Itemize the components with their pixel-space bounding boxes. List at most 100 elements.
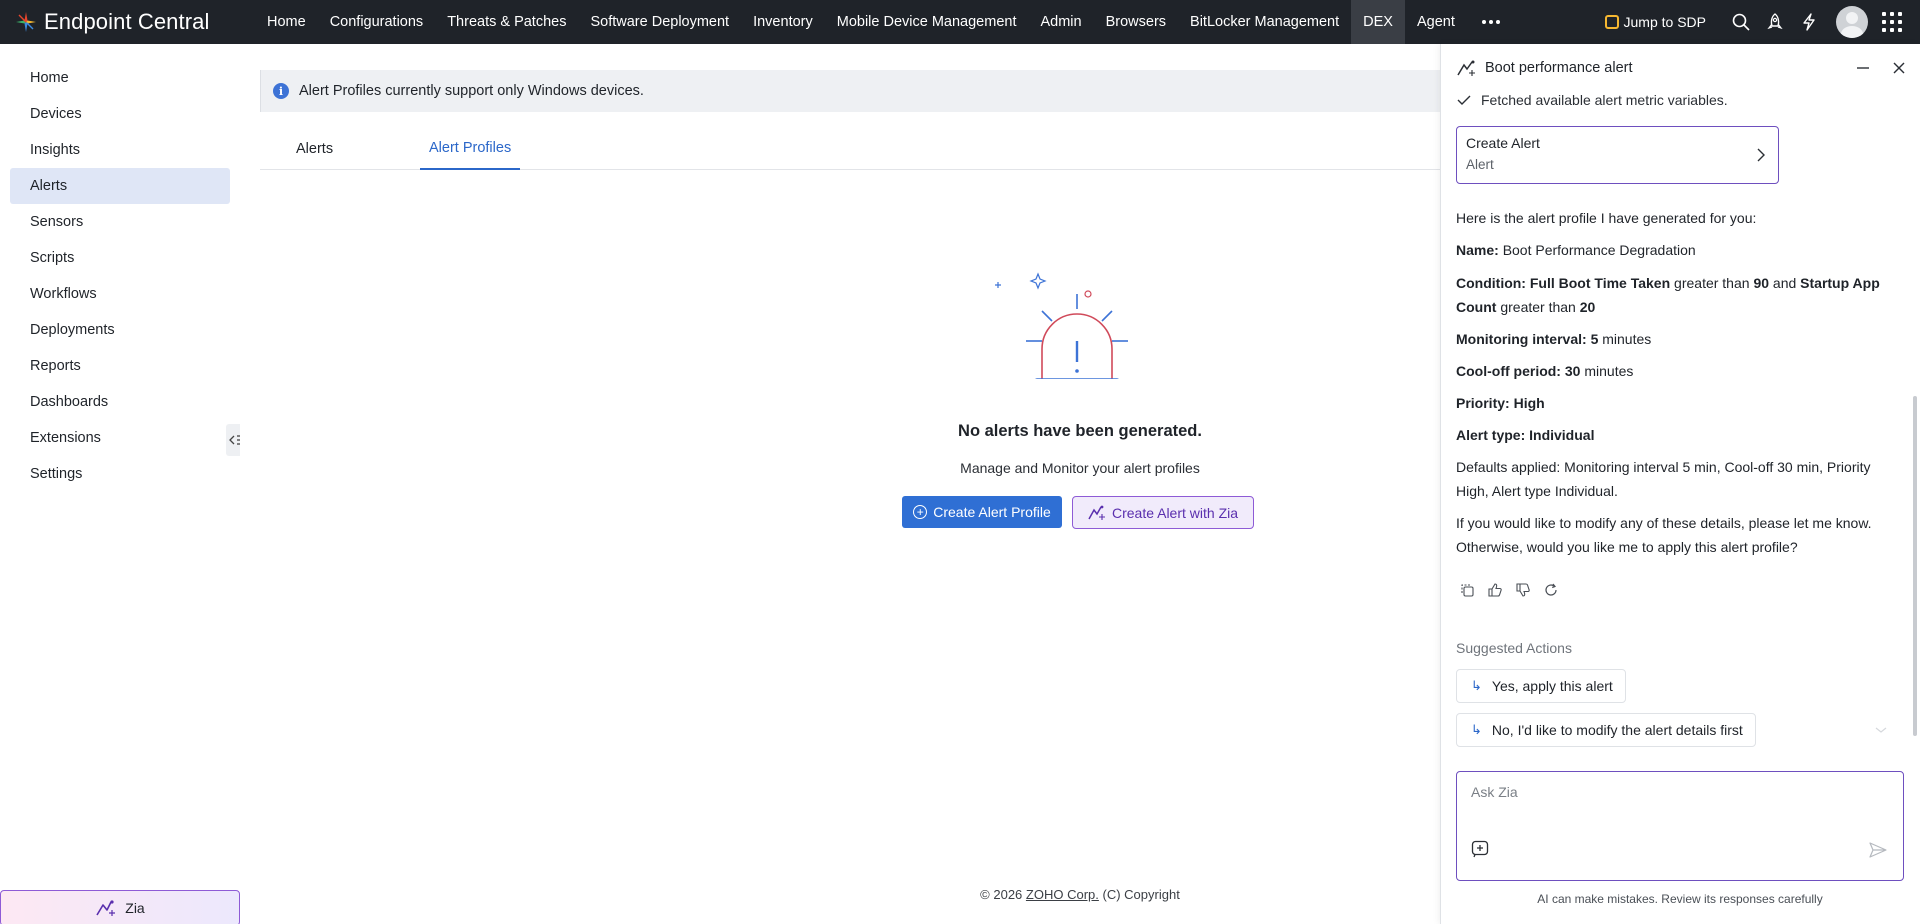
fetched-status: Fetched available alert metric variables… bbox=[1457, 92, 1728, 108]
condition-and: and bbox=[1772, 275, 1797, 291]
close-icon[interactable] bbox=[1887, 56, 1911, 80]
cooloff-unit: minutes bbox=[1584, 363, 1634, 379]
chevron-down-icon[interactable] bbox=[1874, 725, 1888, 735]
condition-value-1: 90 bbox=[1753, 275, 1770, 291]
monitoring-label: Monitoring interval: bbox=[1456, 331, 1587, 347]
create-alert-card[interactable]: Create Alert Alert bbox=[1456, 126, 1779, 184]
nav-item-threats-patches[interactable]: Threats & Patches bbox=[435, 0, 578, 44]
response-intro: Here is the alert profile I have generat… bbox=[1456, 210, 1757, 226]
sidebar-item-sensors[interactable]: Sensors bbox=[10, 204, 230, 240]
plus-circle-icon: + bbox=[913, 505, 928, 519]
response-actions bbox=[1459, 582, 1559, 598]
ask-zia-box bbox=[1456, 771, 1904, 881]
sidebar-item-devices[interactable]: Devices bbox=[10, 96, 230, 132]
thumbs-up-icon[interactable] bbox=[1487, 582, 1503, 598]
response-alerttype-line: Alert type: Individual bbox=[1456, 423, 1906, 447]
empty-state-subtitle: Manage and Monitor your alert profiles bbox=[960, 460, 1200, 476]
endpoint-central-logo-icon bbox=[16, 12, 36, 32]
info-banner-text: Alert Profiles currently support only Wi… bbox=[299, 83, 644, 99]
ai-disclaimer: AI can make mistakes. Review its respons… bbox=[1537, 892, 1823, 906]
add-attachment-icon[interactable] bbox=[1471, 840, 1489, 858]
brand-name: Endpoint Central bbox=[44, 9, 210, 34]
nav-item-inventory[interactable]: Inventory bbox=[741, 0, 825, 44]
alerttype-label: Alert type: bbox=[1456, 427, 1526, 443]
copy-icon[interactable] bbox=[1459, 582, 1475, 598]
sidebar-item-reports[interactable]: Reports bbox=[10, 348, 230, 384]
tab-bar: Alerts Alert Profiles bbox=[260, 128, 1440, 170]
search-icon[interactable] bbox=[1724, 0, 1758, 44]
create-alert-with-zia-label: Create Alert with Zia bbox=[1111, 504, 1239, 521]
monitoring-value: 5 bbox=[1590, 331, 1599, 347]
condition-operator-2: greater than bbox=[1500, 299, 1576, 315]
nav-item-dex[interactable]: DEX bbox=[1351, 0, 1405, 44]
footer: © 2026 ZOHO Corp. (C) Copyright bbox=[740, 887, 1420, 902]
zoho-corp-link[interactable]: ZOHO Corp. bbox=[1026, 887, 1099, 902]
info-banner: i Alert Profiles currently support only … bbox=[260, 70, 1440, 112]
tab-alert-profiles[interactable]: Alert Profiles bbox=[420, 128, 521, 170]
sdp-icon bbox=[1604, 15, 1619, 29]
sidebar-item-insights[interactable]: Insights bbox=[10, 132, 230, 168]
rocket-icon[interactable] bbox=[1758, 0, 1792, 44]
main-content: i Alert Profiles currently support only … bbox=[240, 44, 1440, 924]
suggestion-modify-alert[interactable]: ↳ No, I'd like to modify the alert detai… bbox=[1456, 713, 1756, 747]
sidebar-item-dashboards[interactable]: Dashboards bbox=[10, 384, 230, 420]
zia-button[interactable]: Zia bbox=[0, 890, 240, 924]
jump-to-sdp-link[interactable]: Jump to SDP bbox=[1604, 14, 1706, 30]
panel-scrollbar[interactable] bbox=[1913, 396, 1917, 736]
create-alert-profile-button[interactable]: + Create Alert Profile bbox=[902, 496, 1062, 528]
tab-alerts[interactable]: Alerts bbox=[296, 128, 333, 170]
sidebar-item-deployments[interactable]: Deployments bbox=[10, 312, 230, 348]
regenerate-icon[interactable] bbox=[1543, 582, 1559, 598]
sidebar: Home Devices Insights Alerts Sensors Scr… bbox=[0, 44, 240, 924]
empty-state-title: No alerts have been generated. bbox=[958, 422, 1202, 440]
nav-item-browsers[interactable]: Browsers bbox=[1094, 0, 1178, 44]
condition-label: Condition: bbox=[1456, 275, 1526, 291]
minimize-icon[interactable] bbox=[1851, 56, 1875, 80]
panel-header: Boot performance alert bbox=[1441, 44, 1920, 92]
response-condition-line: Condition: Full Boot Time Taken greater … bbox=[1456, 271, 1906, 319]
sidebar-item-settings[interactable]: Settings bbox=[10, 456, 230, 492]
lightning-icon[interactable] bbox=[1792, 0, 1826, 44]
sidebar-item-alerts[interactable]: Alerts bbox=[10, 168, 230, 204]
reply-arrow-icon: ↳ bbox=[1471, 722, 1482, 737]
sidebar-item-workflows[interactable]: Workflows bbox=[10, 276, 230, 312]
nav-item-software-deployment[interactable]: Software Deployment bbox=[578, 0, 741, 44]
app-grid-icon[interactable] bbox=[1882, 12, 1902, 32]
sidebar-item-extensions[interactable]: Extensions bbox=[10, 420, 230, 456]
jump-to-sdp-label: Jump to SDP bbox=[1623, 14, 1706, 30]
priority-label: Priority: bbox=[1456, 395, 1510, 411]
avatar[interactable] bbox=[1836, 6, 1868, 38]
nav-item-admin[interactable]: Admin bbox=[1028, 0, 1093, 44]
nav-item-mdm[interactable]: Mobile Device Management bbox=[825, 0, 1029, 44]
priority-value: High bbox=[1513, 395, 1545, 411]
suggested-actions-label: Suggested Actions bbox=[1456, 640, 1572, 656]
suggestion-apply-label: Yes, apply this alert bbox=[1491, 678, 1613, 694]
alerttype-value: Individual bbox=[1529, 427, 1595, 443]
response-monitoring-line: Monitoring interval: 5 minutes bbox=[1456, 327, 1906, 351]
condition-value-2: 20 bbox=[1579, 299, 1596, 315]
response-followup-text: If you would like to modify any of these… bbox=[1456, 515, 1872, 555]
sidebar-item-home[interactable]: Home bbox=[10, 60, 230, 96]
response-cooloff-line: Cool-off period: 30 minutes bbox=[1456, 359, 1906, 383]
alarm-siren-illustration bbox=[995, 272, 1128, 379]
create-alert-profile-label: Create Alert Profile bbox=[933, 504, 1051, 520]
more-horizontal-icon[interactable] bbox=[1467, 0, 1515, 44]
footer-suffix: (C) Copyright bbox=[1102, 887, 1180, 902]
cooloff-value: 30 bbox=[1564, 363, 1581, 379]
create-alert-with-zia-button[interactable]: Create Alert with Zia bbox=[1072, 496, 1254, 529]
nav-item-agent[interactable]: Agent bbox=[1405, 0, 1467, 44]
thumbs-down-icon[interactable] bbox=[1515, 582, 1531, 598]
top-nav-bar: Endpoint Central Home Configurations Thr… bbox=[0, 0, 1920, 44]
suggestion-apply-alert[interactable]: ↳ Yes, apply this alert bbox=[1456, 669, 1626, 703]
brand[interactable]: Endpoint Central bbox=[0, 0, 255, 44]
sidebar-item-scripts[interactable]: Scripts bbox=[10, 240, 230, 276]
name-value: Boot Performance Degradation bbox=[1502, 242, 1696, 258]
nav-item-home[interactable]: Home bbox=[255, 0, 318, 44]
ask-zia-input[interactable] bbox=[1471, 784, 1871, 800]
nav-item-bitlocker[interactable]: BitLocker Management bbox=[1178, 0, 1351, 44]
condition-metric-1: Full Boot Time Taken bbox=[1529, 275, 1671, 291]
reply-arrow-icon: ↳ bbox=[1471, 678, 1482, 693]
monitoring-unit: minutes bbox=[1602, 331, 1652, 347]
send-icon[interactable] bbox=[1869, 842, 1887, 858]
nav-item-configurations[interactable]: Configurations bbox=[318, 0, 436, 44]
